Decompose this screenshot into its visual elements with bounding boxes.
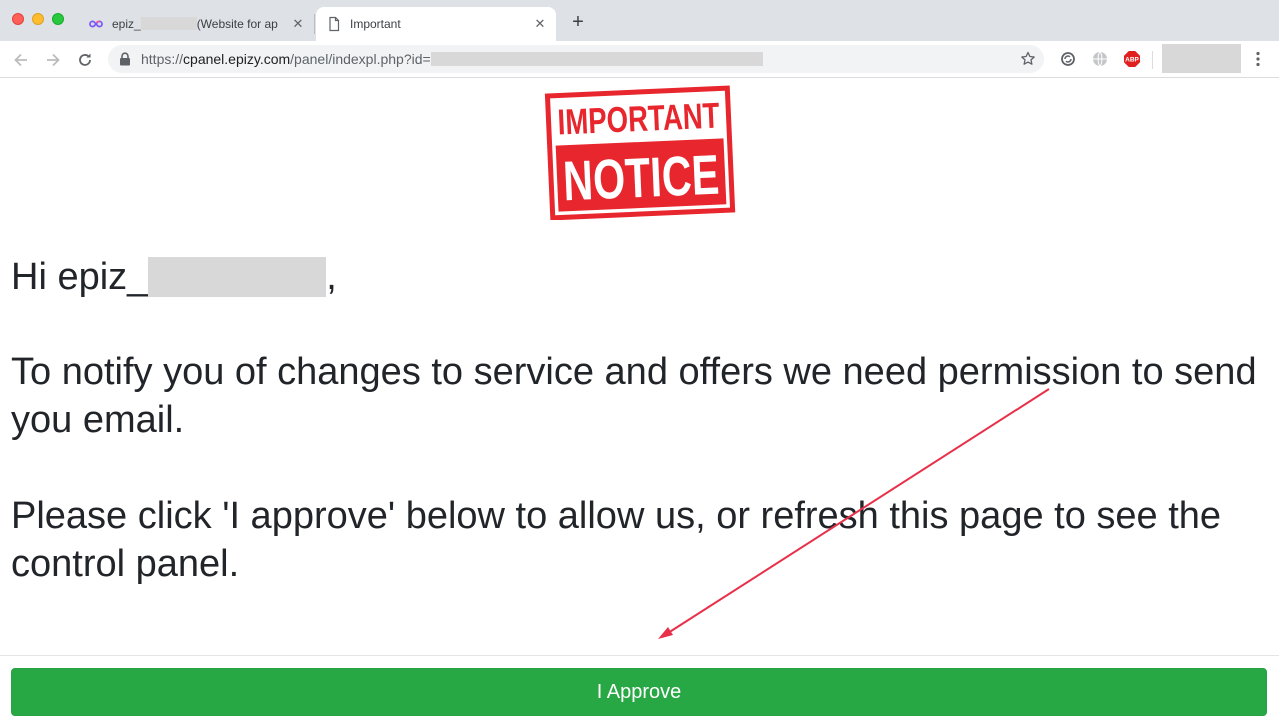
sync-icon[interactable] bbox=[1059, 50, 1077, 68]
approve-button[interactable]: I Approve bbox=[11, 668, 1267, 716]
greeting-text: Hi epiz_, bbox=[11, 253, 1261, 301]
infinity-favicon-icon bbox=[89, 20, 103, 28]
bookmark-star-icon[interactable] bbox=[1020, 51, 1036, 67]
redacted-block bbox=[430, 52, 763, 66]
footer-divider bbox=[0, 655, 1279, 656]
redacted-block bbox=[148, 257, 327, 297]
adblock-plus-icon[interactable]: ABP bbox=[1123, 50, 1141, 68]
page-favicon-icon bbox=[329, 16, 340, 32]
redacted-block bbox=[140, 17, 197, 30]
url-text: https://cpanel.epizy.com/panel/indexpl.p… bbox=[141, 51, 763, 67]
window-close-button[interactable] bbox=[12, 13, 24, 25]
globe-icon[interactable] bbox=[1091, 50, 1109, 68]
tab-title: Important bbox=[350, 17, 401, 31]
instruction-message: Please click 'I approve' below to allow … bbox=[11, 495, 1222, 585]
kebab-menu-icon[interactable] bbox=[1250, 50, 1266, 68]
lock-icon bbox=[120, 52, 130, 66]
tab-important[interactable]: Important ✕ bbox=[316, 7, 556, 41]
toolbar-divider bbox=[1152, 51, 1153, 69]
notice-line2: NOTICE bbox=[562, 143, 721, 213]
browser-tab-bar: epiz_ (Website for ap ✕ Important ✕ + bbox=[0, 0, 1279, 41]
notice-line1: IMPORTANT bbox=[557, 95, 721, 143]
tab-title-suffix: (Website for ap bbox=[196, 17, 278, 31]
url-host: cpanel.epizy.com bbox=[183, 51, 291, 67]
page-content: IMPORTANT NOTICE Hi epiz_, To notify you… bbox=[0, 78, 1279, 721]
window-minimize-button[interactable] bbox=[32, 13, 44, 25]
adblock-label: ABP bbox=[1125, 57, 1139, 64]
window-zoom-button[interactable] bbox=[52, 13, 64, 25]
tab-divider bbox=[314, 14, 315, 34]
browser-toolbar: https://cpanel.epizy.com/panel/indexpl.p… bbox=[0, 41, 1279, 78]
reload-icon[interactable] bbox=[75, 50, 95, 70]
tab-close-icon[interactable]: ✕ bbox=[532, 16, 548, 32]
important-notice-image: IMPORTANT NOTICE bbox=[544, 85, 736, 220]
greeting-prefix: Hi epiz_ bbox=[11, 256, 149, 298]
tab-website[interactable]: epiz_ (Website for ap ✕ bbox=[78, 7, 314, 41]
url-scheme: https:// bbox=[141, 51, 184, 67]
new-tab-icon[interactable]: + bbox=[568, 12, 588, 32]
address-bar[interactable]: https://cpanel.epizy.com/panel/indexpl.p… bbox=[108, 45, 1044, 73]
profile-button[interactable] bbox=[1162, 44, 1241, 73]
back-arrow-icon[interactable] bbox=[11, 50, 31, 70]
permission-message: To notify you of changes to service and … bbox=[11, 351, 1257, 441]
tab-title-prefix: epiz_ bbox=[112, 17, 141, 31]
url-path: /panel/indexpl.php?id= bbox=[290, 51, 431, 67]
tab-close-icon[interactable]: ✕ bbox=[290, 16, 306, 32]
greeting-suffix: , bbox=[326, 256, 337, 298]
forward-arrow-icon[interactable] bbox=[43, 50, 63, 70]
